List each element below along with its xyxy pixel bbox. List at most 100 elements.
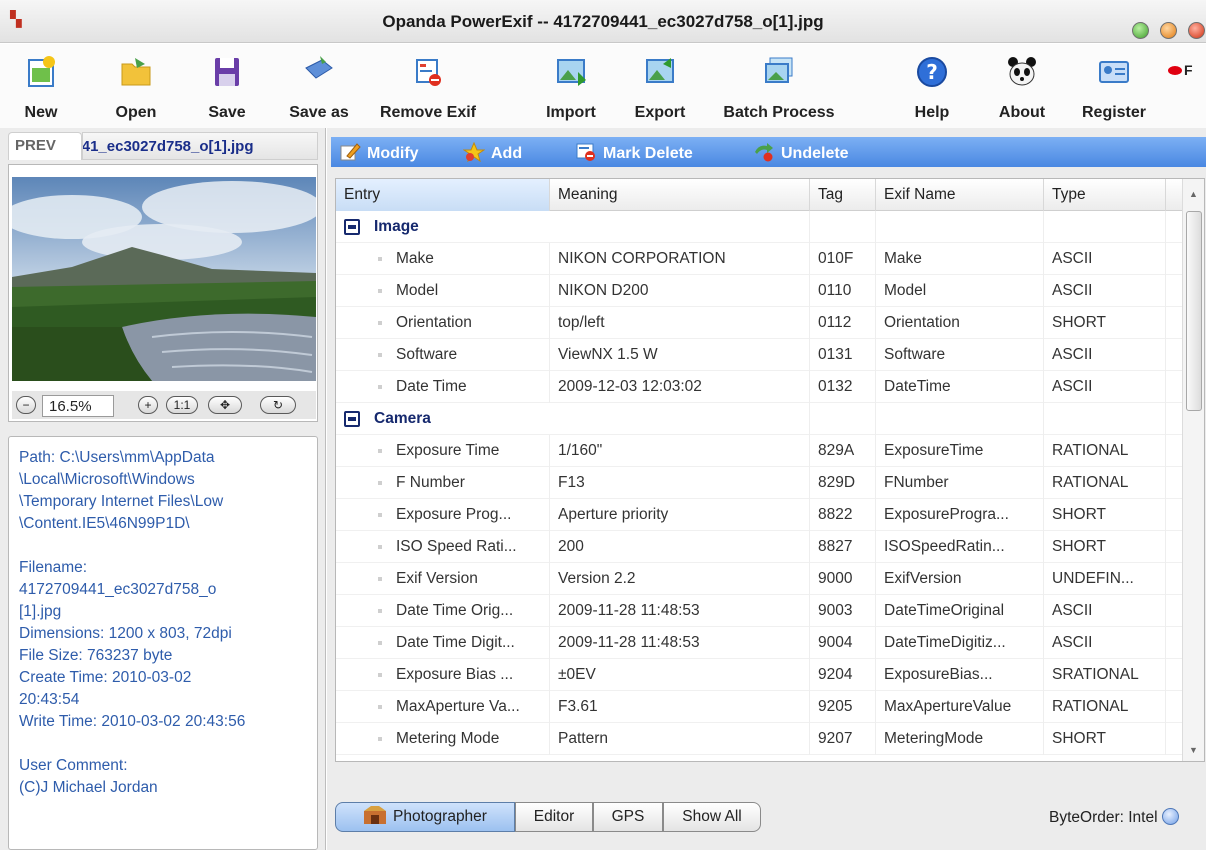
import-button[interactable]: Import [540, 48, 602, 126]
vertical-scrollbar[interactable]: ▲ ▼ [1182, 179, 1204, 761]
cell-meaning: ViewNX 1.5 W [550, 339, 810, 371]
empty-cell [876, 211, 1044, 243]
group-label: Image [374, 218, 419, 235]
batch-process-button[interactable]: Batch Process [712, 48, 846, 126]
mark-delete-button[interactable]: Mark Delete [575, 142, 693, 163]
column-header-tag[interactable]: Tag [810, 179, 876, 211]
exif-table: Entry Meaning Tag Exif Name Type Image Ma… [335, 178, 1205, 762]
cell-type: ASCII [1044, 339, 1166, 371]
cell-type: SHORT [1044, 307, 1166, 339]
scroll-up-icon[interactable]: ▲ [1189, 189, 1198, 199]
register-card-icon [1099, 61, 1129, 83]
cell-tag: 0110 [810, 275, 876, 307]
cell-type: ASCII [1044, 371, 1166, 403]
cell-type: UNDEFIN... [1044, 563, 1166, 595]
cell-exif: FNumber [876, 467, 1044, 499]
tab-photographer[interactable]: Photographer [335, 802, 515, 832]
preview-pane: − 16.5% + 1:1 ✥ ↻ [8, 164, 318, 422]
table-row[interactable]: F Number F13 829D FNumber RATIONAL [336, 467, 1182, 499]
table-row[interactable]: Exposure Prog... Aperture priority 8822 Exp… [336, 499, 1182, 531]
table-row[interactable]: MaxAperture Va... F3.61 9205 MaxApertureVal… [336, 691, 1182, 723]
column-header-type[interactable]: Type [1044, 179, 1166, 211]
info-line: Create Time: 2010-03-02 [19, 669, 192, 686]
table-row[interactable]: Orientation top/left 0112 Orientation SHORT [336, 307, 1182, 339]
cell-type: ASCII [1044, 595, 1166, 627]
table-row[interactable]: Date Time Orig... 2009-11-28 11:48:53 9003… [336, 595, 1182, 627]
group-label: Camera [374, 410, 431, 427]
cell-entry: Make [336, 243, 550, 275]
column-header-entry[interactable]: Entry [336, 179, 550, 211]
cell-entry: Metering Mode [336, 723, 550, 755]
table-row[interactable]: Exif Version Version 2.2 9000 ExifVersion UN… [336, 563, 1182, 595]
about-button[interactable]: About [996, 48, 1048, 126]
table-row[interactable]: Make NIKON CORPORATION 010F Make ASCII [336, 243, 1182, 275]
modify-button[interactable]: Modify [339, 142, 419, 163]
info-line: Write Time: 2010-03-02 20:43:56 [19, 713, 246, 730]
rotate-icon[interactable]: ↻ [260, 396, 296, 414]
cell-entry: Orientation [336, 307, 550, 339]
export-button[interactable]: Export [628, 48, 692, 126]
group-row[interactable]: Image [336, 211, 1182, 243]
table-row[interactable]: Software ViewNX 1.5 W 0131 Software ASCII [336, 339, 1182, 371]
collapse-icon[interactable] [344, 411, 360, 427]
cell-entry: ISO Speed Rati... [336, 531, 550, 563]
tab-show-all[interactable]: Show All [663, 802, 761, 832]
zoom-out-button[interactable]: − [16, 396, 36, 414]
table-row[interactable]: Exposure Time 1/160" 829A ExposureTime RATIO… [336, 435, 1182, 467]
photographer-icon [364, 806, 387, 824]
undelete-button[interactable]: Undelete [753, 142, 849, 163]
actual-size-button[interactable]: 1:1 [166, 396, 198, 414]
save-as-button[interactable]: Save as [284, 48, 354, 126]
table-row[interactable]: Date Time Digit... 2009-11-28 11:48:53 900… [336, 627, 1182, 659]
remove-exif-button[interactable]: Remove Exif [372, 48, 484, 126]
tab-gps[interactable]: GPS [593, 802, 663, 832]
cell-exif: ISOSpeedRatin... [876, 531, 1044, 563]
column-header-exif-name[interactable]: Exif Name [876, 179, 1044, 211]
cell-entry: Exposure Time [336, 435, 550, 467]
table-row[interactable]: Date Time 2009-12-03 12:03:02 0132 DateTime… [336, 371, 1182, 403]
cell-tag: 829D [810, 467, 876, 499]
cell-exif: DateTimeOriginal [876, 595, 1044, 627]
maximize-button[interactable] [1160, 22, 1177, 39]
help-button[interactable]: ? Help [910, 48, 954, 126]
tab-editor[interactable]: Editor [515, 802, 593, 832]
cell-type: RATIONAL [1044, 467, 1166, 499]
new-image-icon [28, 56, 55, 87]
cell-type: SRATIONAL [1044, 659, 1166, 691]
save-button[interactable]: Save [204, 48, 250, 126]
zoom-level-field[interactable]: 16.5% [42, 395, 114, 417]
collapse-icon[interactable] [344, 219, 360, 235]
register-button[interactable]: Register [1074, 48, 1154, 126]
cell-entry: Exposure Prog... [336, 499, 550, 531]
cell-type: SHORT [1044, 723, 1166, 755]
table-row[interactable]: Exposure Bias ... ±0EV 9204 ExposureBias...… [336, 659, 1182, 691]
table-row[interactable]: ISO Speed Rati... 200 8827 ISOSpeedRatin...… [336, 531, 1182, 563]
table-row[interactable]: Model NIKON D200 0110 Model ASCII [336, 275, 1182, 307]
add-button[interactable]: Add [463, 142, 522, 163]
cell-type: ASCII [1044, 243, 1166, 275]
new-button[interactable]: New [18, 48, 64, 126]
open-button[interactable]: Open [110, 48, 162, 126]
cell-exif: ExifVersion [876, 563, 1044, 595]
info-line: Filename: [19, 559, 88, 576]
chevron-down-icon[interactable] [1161, 808, 1179, 825]
cell-meaning: F13 [550, 467, 810, 499]
vertical-scroll-thumb[interactable] [1186, 211, 1202, 411]
fit-window-icon[interactable]: ✥ [208, 396, 242, 414]
scroll-down-icon[interactable]: ▼ [1189, 745, 1198, 755]
table-row[interactable]: Metering Mode Pattern 9207 MeteringMode SHOR… [336, 723, 1182, 755]
byte-order-select[interactable]: ByteOrder: Intel [1049, 808, 1179, 827]
column-header-meaning[interactable]: Meaning [550, 179, 810, 211]
close-button[interactable] [1188, 22, 1205, 39]
cell-tag: 9204 [810, 659, 876, 691]
file-name-tab[interactable]: 4172709441_ec3027d758_o[1].jpg [82, 132, 318, 160]
minimize-button[interactable] [1132, 22, 1149, 39]
prev-tab[interactable]: PREV [8, 132, 82, 160]
offer-button[interactable]: F [1168, 62, 1193, 78]
empty-cell [1044, 403, 1166, 435]
star-add-icon [463, 142, 485, 162]
info-line: User Comment: [19, 757, 128, 774]
floppy-disk-icon [215, 58, 239, 86]
zoom-in-button[interactable]: + [138, 396, 158, 414]
group-row[interactable]: Camera [336, 403, 1182, 435]
